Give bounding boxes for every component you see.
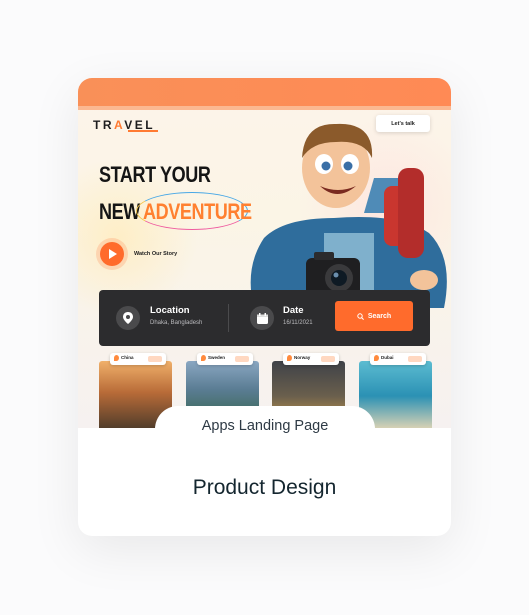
search-icon — [357, 312, 364, 320]
search-button[interactable]: Search — [335, 301, 413, 331]
hero-heading-line1: START YOUR — [99, 162, 211, 187]
calendar-icon — [250, 306, 274, 330]
search-button-label: Search — [367, 312, 392, 320]
location-value[interactable]: Dhaka, Bangladesh — [150, 320, 202, 326]
watch-story-label[interactable]: Watch Our Story — [134, 251, 177, 257]
logo-plane-line — [128, 130, 158, 132]
location-pin-icon — [116, 306, 140, 330]
traveler-character-illustration — [250, 123, 447, 308]
play-icon — [108, 249, 117, 259]
category-badge-label: Apps Landing Page — [201, 418, 329, 434]
destination-tag: China — [110, 353, 166, 365]
pin-icon — [287, 355, 292, 361]
search-bar-divider — [228, 304, 229, 332]
pin-icon — [201, 355, 206, 361]
destination-tag: Sweden — [197, 353, 253, 365]
location-label: Location — [150, 305, 190, 316]
card-title[interactable]: Product Design — [78, 476, 451, 500]
preview-top-bar — [78, 78, 451, 106]
portfolio-card[interactable]: TRAVEL Let's talk START YOUR NEW ADVENTU… — [78, 78, 451, 536]
hero-heading-new: NEW — [99, 199, 140, 224]
pin-icon — [374, 355, 379, 361]
date-value[interactable]: 16/11/2021 — [283, 320, 313, 326]
landing-page-preview: TRAVEL Let's talk START YOUR NEW ADVENTU… — [78, 78, 451, 428]
play-button[interactable] — [100, 242, 124, 266]
pin-icon — [114, 355, 119, 361]
destination-tag: Norway — [283, 353, 339, 365]
date-label: Date — [283, 305, 304, 316]
destination-tag: Dubai — [370, 353, 426, 365]
